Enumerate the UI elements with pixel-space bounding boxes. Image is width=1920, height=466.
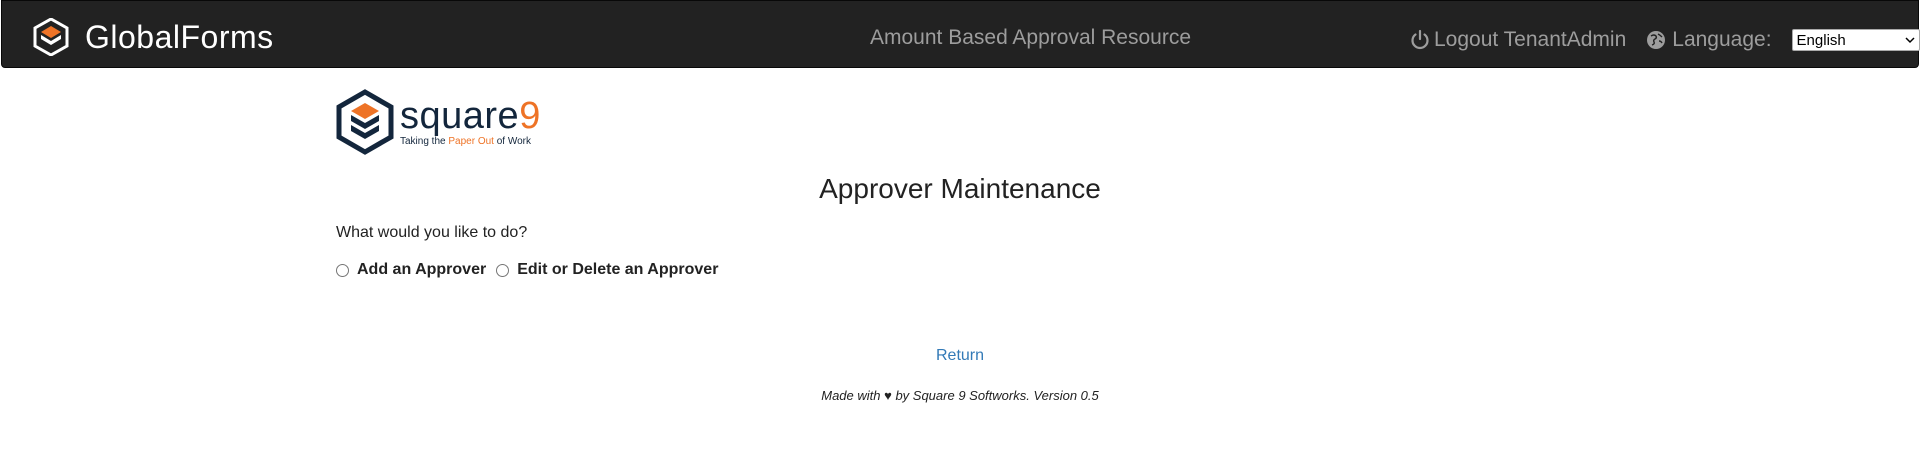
page-title: Approver Maintenance [819,173,1101,204]
power-icon [1411,29,1429,50]
globalforms-logo-icon [33,18,69,56]
add-approver-radio[interactable] [336,263,349,277]
brand[interactable]: GlobalForms [33,17,274,57]
logo-text: square9 Taking the Paper Out of Work [400,94,541,147]
globe-icon [1647,31,1666,49]
square9-logo-icon [336,89,394,155]
edit-delete-approver-label: Edit or Delete an Approver [517,261,719,278]
language-label: Language: [1672,28,1772,51]
nav-right-group: Logout TenantAdmin Language: English [1410,25,1920,55]
footer-text: Made with ♥ by Square 9 Softworks. Versi… [821,388,1099,403]
tagline-start: Taking the [400,135,449,147]
action-radio-group: Add an Approver Edit or Delete an Approv… [336,261,718,279]
language-group: Language: English [1646,28,1920,52]
return-link-wrapper: Return [336,346,1584,366]
logo-word: square [400,94,520,137]
logo-tagline: Taking the Paper Out of Work [400,136,541,147]
tagline-end: of Work [493,135,532,147]
language-selected-value: English [1796,31,1846,49]
page-context-title: Amount Based Approval Resource [870,26,1192,49]
logout-link[interactable]: Logout TenantAdmin [1410,28,1626,52]
tagline-highlight: Paper Out [448,135,494,147]
action-question: What would you like to do? [336,224,528,241]
logout-label: Logout TenantAdmin [1434,28,1627,51]
add-approver-option[interactable]: Add an Approver [336,261,486,279]
edit-delete-approver-option[interactable]: Edit or Delete an Approver [496,261,718,279]
return-link[interactable]: Return [936,347,984,364]
brand-name: GlobalForms [85,19,274,55]
add-approver-label: Add an Approver [357,261,487,278]
chevron-down-icon [1905,37,1915,44]
edit-delete-approver-radio[interactable] [496,263,510,277]
top-navbar: GlobalForms Amount Based Approval Resour… [1,0,1920,68]
language-select[interactable]: English [1791,29,1920,51]
logo-wordmark: square9 [400,94,541,137]
logo-nine: 9 [519,94,541,137]
square9-logo: square9 Taking the Paper Out of Work [336,89,562,155]
